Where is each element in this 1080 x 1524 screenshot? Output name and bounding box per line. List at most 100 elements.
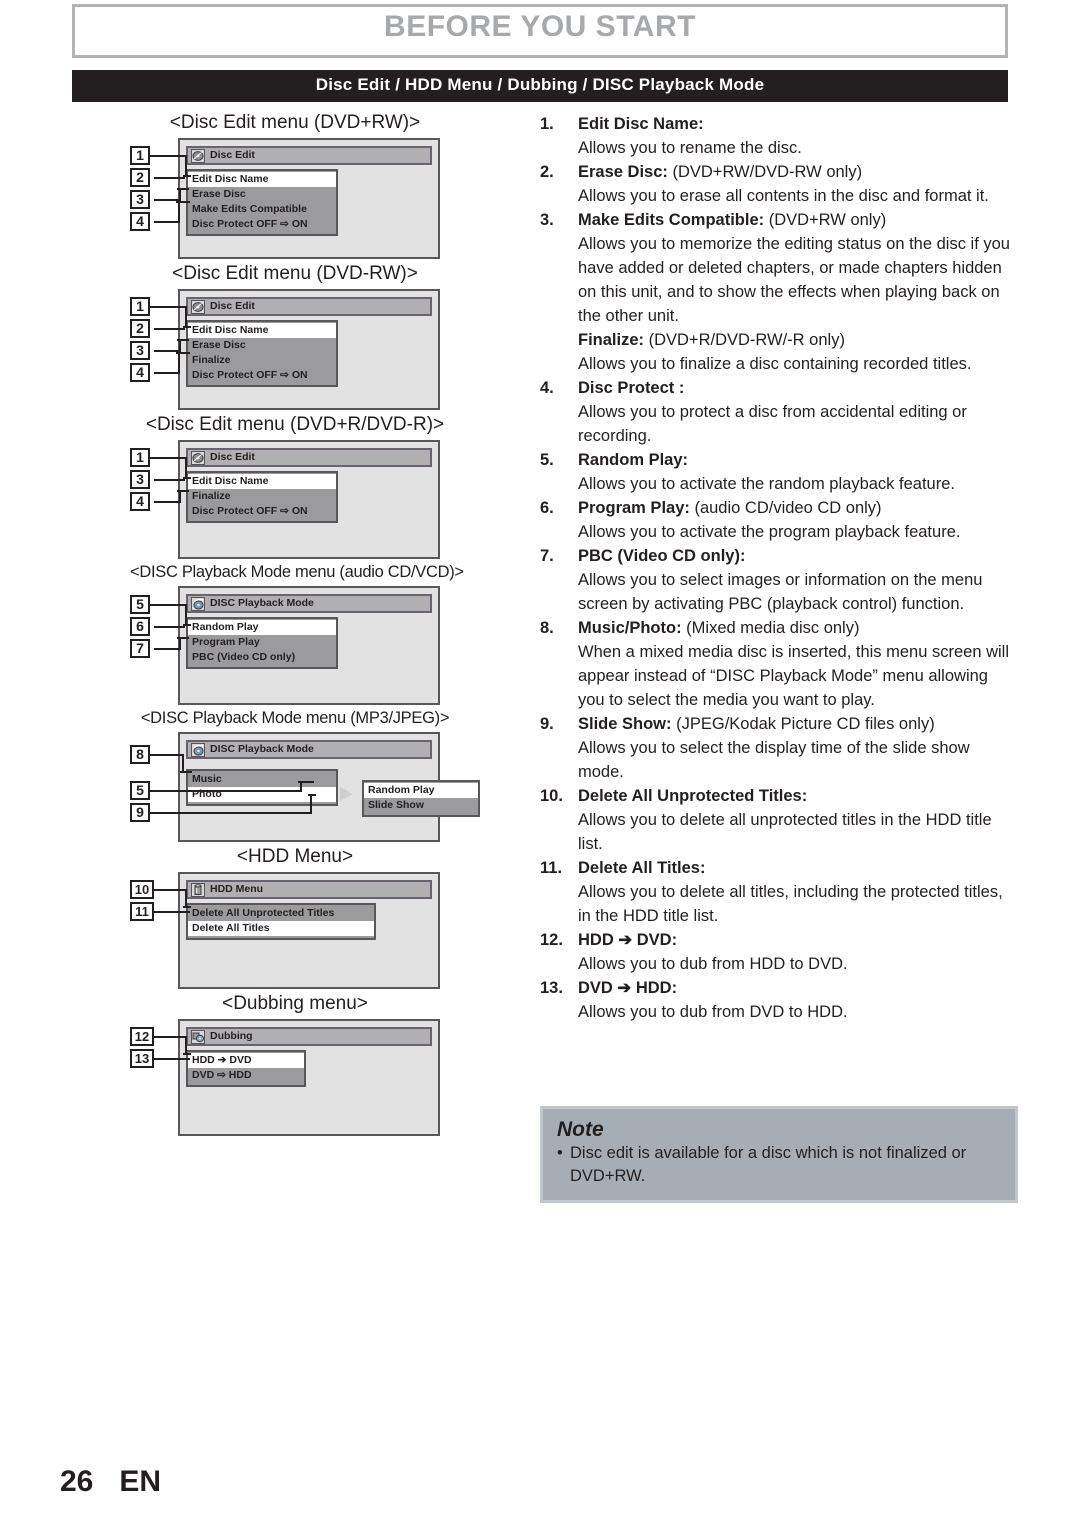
callout-tag: 3: [130, 341, 150, 360]
callout-leader: [176, 201, 190, 203]
menu-titlebar: Dubbing: [186, 1027, 432, 1046]
list-item: 1. Edit Disc Name: Allows you to rename t…: [540, 112, 1018, 160]
entry-body: Allows you to activate the program playb…: [578, 523, 961, 541]
menu-item[interactable]: Edit Disc Name: [188, 323, 336, 338]
menu-screen: Disc Edit Edit Disc Name Erase Disc Fina…: [178, 289, 440, 410]
entry-heading: 11. Delete All Titles:: [540, 856, 1018, 880]
diagram-dubbing-menu: <Dubbing menu> Dubbing HDD ➔ DVD DVD ⇨ H…: [130, 993, 460, 1136]
callout-leader: [183, 1053, 191, 1055]
callout-leader: [154, 1058, 190, 1060]
callout-leader: [310, 794, 312, 814]
menu-item[interactable]: PBC (Video CD only): [188, 650, 336, 665]
callout-leader: [154, 221, 180, 223]
entry-title: Slide Show:: [578, 715, 672, 733]
callout-leader: [178, 352, 180, 374]
menu-titlebar: Disc Edit: [186, 146, 432, 165]
diagram-disc-edit-dvdr: <Disc Edit menu (DVD+R/DVD-R)> Disc Edit…: [130, 414, 460, 559]
menu-item[interactable]: Make Edits Compatible: [188, 202, 336, 217]
entry-number: 9.: [540, 715, 554, 733]
chapter-title: BEFORE YOU START: [384, 10, 696, 43]
entry-heading: 4. Disc Protect :: [540, 376, 1018, 400]
menu-titlebar: DISC Playback Mode: [186, 594, 432, 613]
menu-title-label: Disc Edit: [210, 149, 255, 162]
callout-tag: 5: [130, 781, 150, 800]
callout-tag: 4: [130, 212, 150, 231]
entry-number: 5.: [540, 451, 554, 469]
dubbing-icon: [191, 1029, 205, 1044]
entry-title: Make Edits Compatible:: [578, 211, 765, 229]
callout-tag: 12: [130, 1027, 154, 1046]
menu-item[interactable]: Disc Protect OFF ⇨ ON: [188, 504, 336, 519]
menu-screen: Disc Edit Edit Disc Name Erase Disc Make…: [178, 138, 440, 259]
submenu-panel: Random Play Slide Show: [362, 780, 480, 817]
entry-heading: 12. HDD ➔ DVD:: [540, 928, 1018, 952]
menu-item[interactable]: Edit Disc Name: [188, 172, 336, 187]
submenu-item[interactable]: Slide Show: [364, 798, 478, 813]
note-box: Note Disc edit is available for a disc w…: [540, 1106, 1018, 1203]
diagram-disc-edit-dvdrw: <Disc Edit menu (DVD-RW)> Disc Edit Edit…: [130, 263, 460, 410]
callout-leader: [154, 177, 185, 179]
entry-heading: 10. Delete All Unprotected Titles:: [540, 784, 1018, 808]
note-title: Note: [557, 1118, 604, 1141]
list-item: 10. Delete All Unprotected Titles: Allows…: [540, 784, 1018, 856]
callout-leader: [154, 889, 187, 891]
diagram-caption: <HDD Menu>: [236, 846, 354, 867]
menu-item[interactable]: Erase Disc: [188, 338, 336, 353]
menu-item[interactable]: Finalize: [188, 489, 336, 504]
menu-item[interactable]: Program Play: [188, 635, 336, 650]
entry-title: Music/Photo:: [578, 619, 682, 637]
description-list: 1. Edit Disc Name: Allows you to rename t…: [540, 112, 1018, 1024]
diagram-caption: <DISC Playback Mode menu (audio CD/VCD)>: [130, 563, 464, 581]
entry-body: Allows you to rename the disc.: [578, 139, 802, 157]
menu-item[interactable]: Edit Disc Name: [188, 474, 336, 489]
menu-panel: HDD ➔ DVD DVD ⇨ HDD: [186, 1050, 306, 1087]
entry-title: Program Play:: [578, 499, 690, 517]
callout-leader: [154, 372, 180, 374]
callout-leader: [177, 339, 189, 341]
entry-number: 2.: [540, 163, 554, 181]
callout-leader: [185, 155, 187, 175]
menu-item[interactable]: Disc Protect OFF ⇨ ON: [188, 217, 336, 232]
entry-number: 1.: [540, 115, 554, 133]
diagram-column: <Disc Edit menu (DVD+RW)> Disc Edit Edit…: [130, 112, 480, 1140]
callout-tag: 4: [130, 492, 150, 511]
menu-item[interactable]: Random Play: [188, 620, 336, 635]
entry-body: Allows you to activate the random playba…: [578, 475, 955, 493]
callout-leader: [154, 648, 181, 650]
submenu-item[interactable]: Random Play: [364, 783, 478, 798]
list-item: 4. Disc Protect : Allows you to protect a…: [540, 376, 1018, 448]
callout-leader: [150, 604, 187, 606]
entry-qualifier: (JPEG/Kodak Picture CD files only): [671, 715, 935, 733]
callout-tag: 1: [130, 448, 150, 467]
callout-leader: [154, 501, 181, 503]
callout-tag: 3: [130, 190, 150, 209]
menu-item[interactable]: Delete All Titles: [188, 921, 374, 936]
menu-item[interactable]: Finalize: [188, 353, 336, 368]
entry-sub-title: Finalize:: [578, 331, 645, 349]
menu-screen: DISC Playback Mode Random Play Program P…: [178, 586, 440, 705]
menu-item[interactable]: DVD ⇨ HDD: [188, 1068, 304, 1083]
menu-item[interactable]: Erase Disc: [188, 187, 336, 202]
entry-title: Edit Disc Name:: [578, 115, 704, 133]
entry-body: Allows you to erase all contents in the …: [578, 187, 989, 205]
callout-tag: 1: [130, 146, 150, 165]
diagram-caption: <Disc Edit menu (DVD+RW)>: [169, 112, 421, 133]
callout-tag: 1: [130, 297, 150, 316]
menu-item[interactable]: Disc Protect OFF ⇨ ON: [188, 368, 336, 383]
playback-mode-icon: [191, 596, 205, 611]
entry-title: HDD ➔ DVD:: [578, 931, 678, 949]
menu-title-label: HDD Menu: [210, 883, 264, 896]
callout-tag: 9: [130, 803, 150, 822]
menu-titlebar: Disc Edit: [186, 297, 432, 316]
entry-body: Allows you to memorize the editing statu…: [578, 235, 1010, 325]
list-item: 12. HDD ➔ DVD: Allows you to dub from HDD…: [540, 928, 1018, 976]
menu-item[interactable]: Delete All Unprotected Titles: [188, 906, 374, 921]
callout-tag: 6: [130, 617, 150, 636]
menu-item[interactable]: HDD ➔ DVD: [188, 1053, 304, 1068]
menu-panel: Edit Disc Name Erase Disc Finalize Disc …: [186, 320, 338, 387]
menu-item[interactable]: Music: [188, 772, 336, 787]
entry-heading: 6. Program Play: (audio CD/video CD only): [540, 496, 1018, 520]
menu-screen: Disc Edit Edit Disc Name Finalize Disc P…: [178, 440, 440, 559]
callout-tag: 11: [130, 902, 154, 921]
entry-body: Allows you to delete all titles, includi…: [578, 883, 1003, 925]
